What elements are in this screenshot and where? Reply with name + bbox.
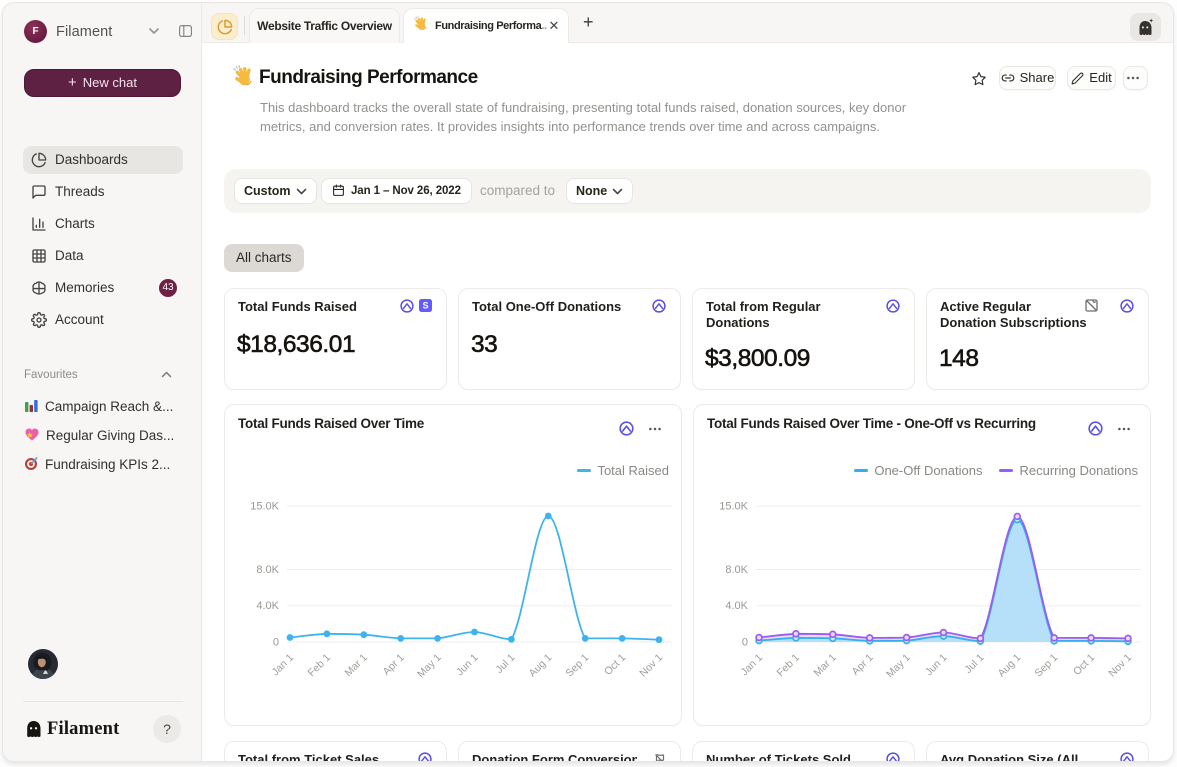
svg-text:15.0K: 15.0K — [250, 501, 279, 513]
svg-text:Aug 1: Aug 1 — [527, 652, 555, 680]
svg-text:May 1: May 1 — [884, 652, 913, 681]
svg-text:Feb 1: Feb 1 — [306, 652, 334, 680]
svg-text:0: 0 — [742, 637, 748, 649]
svg-text:8.0K: 8.0K — [725, 564, 748, 576]
svg-text:Oct 1: Oct 1 — [1071, 652, 1097, 678]
svg-text:May 1: May 1 — [415, 652, 444, 681]
svg-text:4.0K: 4.0K — [725, 600, 748, 612]
svg-text:Sep 1: Sep 1 — [563, 652, 591, 680]
svg-text:Jan 1: Jan 1 — [269, 652, 296, 679]
svg-text:Jun 1: Jun 1 — [923, 652, 950, 679]
svg-text:Apr 1: Apr 1 — [850, 652, 876, 678]
svg-text:15.0K: 15.0K — [719, 501, 748, 513]
svg-text:8.0K: 8.0K — [256, 564, 279, 576]
svg-text:Nov 1: Nov 1 — [637, 652, 665, 680]
svg-text:Mar 1: Mar 1 — [342, 652, 370, 680]
svg-text:Sep 1: Sep 1 — [1032, 652, 1060, 680]
svg-text:Feb 1: Feb 1 — [775, 652, 803, 680]
svg-text:Apr 1: Apr 1 — [381, 652, 407, 678]
svg-text:S: S — [422, 301, 428, 311]
svg-text:Oct 1: Oct 1 — [602, 652, 628, 678]
svg-text:Jun 1: Jun 1 — [454, 652, 481, 679]
svg-text:Aug 1: Aug 1 — [996, 652, 1024, 680]
svg-text:0: 0 — [273, 637, 279, 649]
svg-text:Jan 1: Jan 1 — [738, 652, 765, 679]
svg-text:4.0K: 4.0K — [256, 600, 279, 612]
svg-text:Nov 1: Nov 1 — [1106, 652, 1134, 680]
svg-text:Jul 1: Jul 1 — [493, 652, 517, 676]
svg-text:Jul 1: Jul 1 — [962, 652, 986, 676]
svg-text:Mar 1: Mar 1 — [811, 652, 839, 680]
